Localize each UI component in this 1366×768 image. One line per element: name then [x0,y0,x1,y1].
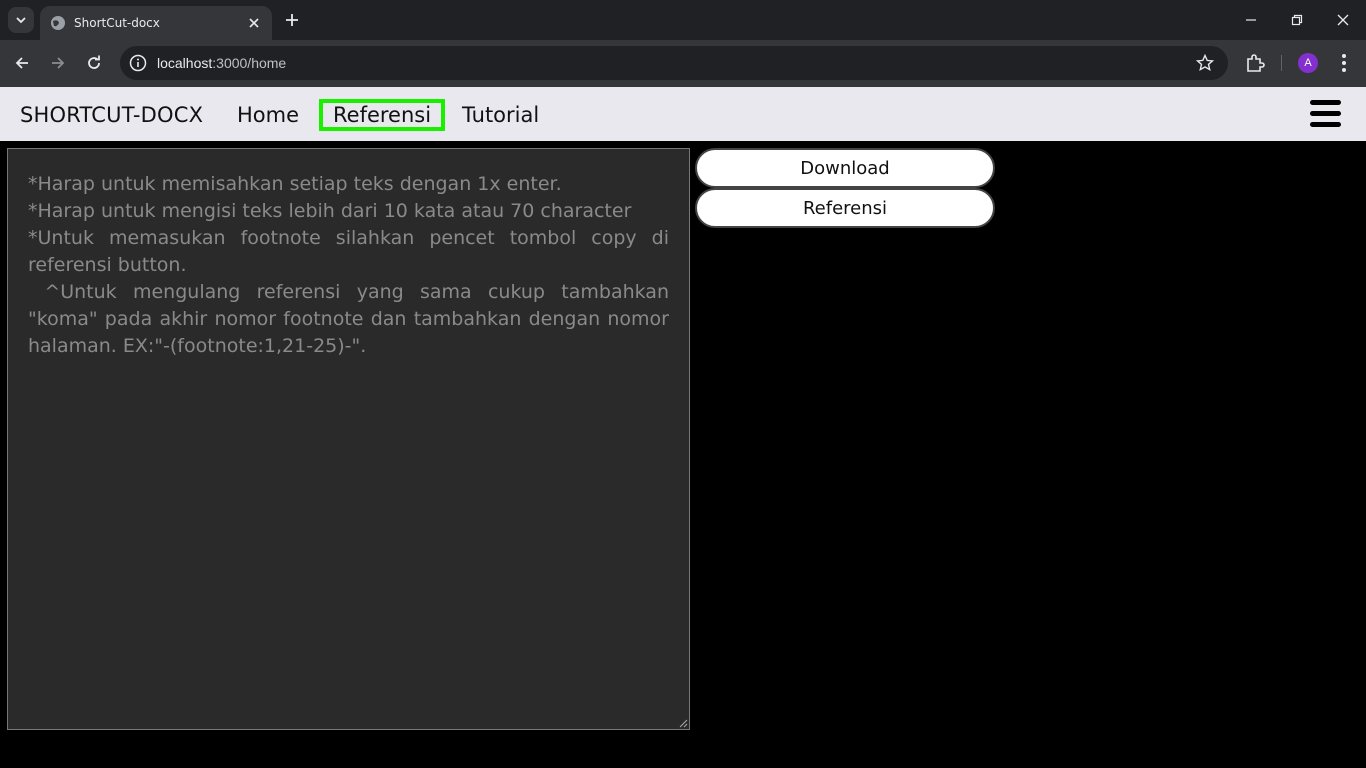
close-icon [1337,14,1349,26]
chevron-down-icon [16,17,26,24]
site-navbar: SHORTCUT-DOCX Home Referensi Tutorial [0,87,1366,141]
profile-avatar[interactable]: A [1298,53,1318,73]
globe-icon [51,16,65,30]
nav-link-referensi[interactable]: Referensi [318,99,446,131]
browser-tab[interactable]: ShortCut-docx [40,6,272,40]
placeholder-line: *Harap untuk memisahkan setiap teks deng… [28,173,562,195]
toolbar-separator [1281,55,1282,71]
back-button[interactable] [10,51,34,75]
extensions-puzzle-icon[interactable] [1244,52,1266,74]
placeholder-line: ^Untuk mengulang referensi yang sama cuk… [28,281,676,357]
download-button[interactable]: Download [695,148,995,188]
restore-button[interactable] [1274,0,1320,40]
url-host: localhost [157,55,213,71]
nav-link-home[interactable]: Home [237,103,299,127]
arrow-left-icon [15,57,28,69]
close-window-button[interactable] [1320,0,1366,40]
browser-tab-strip: ShortCut-docx [0,0,1366,40]
url-text: localhost:3000/home [157,55,286,71]
arrow-right-icon [52,57,65,69]
minimize-button[interactable] [1228,0,1274,40]
bookmark-star-icon[interactable] [1196,54,1214,72]
minimize-icon [1246,19,1256,21]
tab-search-button[interactable] [8,7,34,33]
referensi-button[interactable]: Referensi [695,188,995,228]
placeholder-line: *Harap untuk mengisi teks lebih dari 10 … [28,200,632,222]
url-path: :3000/home [212,55,287,71]
reload-icon [88,55,100,69]
new-tab-button[interactable] [282,10,302,30]
browser-toolbar: localhost:3000/home [0,40,1366,87]
site-brand[interactable]: SHORTCUT-DOCX [20,103,203,127]
restore-icon [1291,14,1303,26]
placeholder-line: *Untuk memasukan footnote silahkan pence… [28,227,669,276]
forward-button[interactable] [46,51,70,75]
reload-button[interactable] [82,51,106,75]
nav-link-tutorial[interactable]: Tutorial [462,103,539,127]
more-options-icon[interactable] [1334,52,1354,74]
text-input-area[interactable]: *Harap untuk memisahkan setiap teks deng… [7,148,690,730]
address-bar[interactable]: localhost:3000/home [120,46,1228,80]
resize-handle-icon[interactable] [679,719,688,728]
site-info-icon[interactable] [129,54,147,72]
tab-title: ShortCut-docx [74,16,160,30]
hamburger-menu-icon[interactable] [1310,100,1341,127]
plus-icon [286,14,298,26]
close-icon[interactable] [246,15,262,31]
